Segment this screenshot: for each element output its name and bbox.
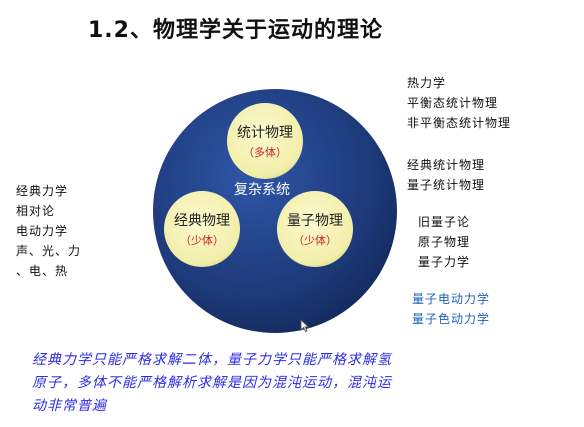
footer-line: 动非常普遍: [32, 398, 107, 414]
classical-theories-list: 经典力学 相对论 电动力学 声、光、力 、电、热: [16, 181, 81, 281]
classical-physics-label: 经典物理: [174, 213, 230, 229]
classical-physics-circle: [164, 191, 240, 267]
quantum-physics-label: 量子物理: [287, 213, 343, 229]
list-item: 经典力学: [16, 184, 69, 198]
list-item: 量子色动力学: [412, 312, 491, 326]
thermodynamics-list: 热力学 平衡态统计物理 非平衡态统计物理: [407, 73, 511, 133]
list-item: 相对论: [16, 204, 56, 218]
quantum-theories-list: 旧量子论 原子物理 量子力学: [418, 212, 470, 272]
list-item: 热力学: [407, 76, 447, 90]
classical-physics-sublabel: （少体）: [180, 233, 224, 247]
list-item: 量子电动力学: [412, 292, 491, 306]
list-item: 原子物理: [418, 235, 471, 249]
quantum-physics-sublabel: （少体）: [293, 233, 337, 247]
quantum-physics-circle: [277, 191, 353, 267]
list-item: 、电、热: [16, 264, 69, 278]
systems-diagram: 统计物理 （多体） 复杂系统 经典物理 （少体） 量子物理 （少体）: [153, 89, 397, 333]
footer-line: 经典力学只能严格求解二体，量子力学只能严格求解氢: [32, 352, 392, 368]
complex-system-label: 复杂系统: [234, 181, 290, 198]
slide-title: 1.2、物理学关于运动的理论: [88, 18, 383, 43]
mouse-pointer-icon: [300, 319, 310, 333]
list-item: 量子力学: [418, 255, 471, 269]
statistical-physics-sublabel: （多体）: [243, 145, 287, 159]
list-item: 旧量子论: [418, 215, 471, 229]
list-item: 平衡态统计物理: [407, 96, 499, 110]
list-item: 经典统计物理: [407, 158, 486, 172]
list-item: 非平衡态统计物理: [407, 116, 512, 130]
statistical-physics-circle: [227, 103, 303, 179]
list-item: 量子统计物理: [407, 178, 486, 192]
list-item: 声、光、力: [16, 244, 82, 258]
quantum-field-list: 量子电动力学 量子色动力学: [412, 289, 490, 329]
footer-note: 经典力学只能严格求解二体，量子力学只能严格求解氢 原子，多体不能严格解析求解是因…: [32, 349, 557, 418]
footer-line: 原子，多体不能严格解析求解是因为混沌运动，混沌运: [32, 375, 392, 391]
statistical-physics-list: 经典统计物理 量子统计物理: [407, 155, 485, 195]
list-item: 电动力学: [16, 224, 69, 238]
statistical-physics-label: 统计物理: [237, 125, 293, 141]
